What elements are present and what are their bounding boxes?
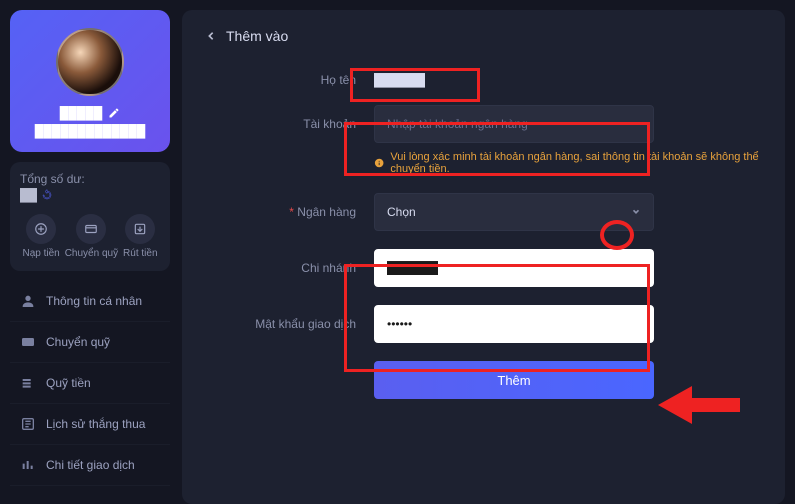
pencil-icon[interactable]	[108, 107, 120, 119]
branch-input[interactable]	[374, 249, 654, 287]
chevron-down-icon	[631, 207, 641, 217]
bank-selected-value: Chọn	[387, 205, 416, 219]
name-label: Họ tên	[206, 73, 356, 87]
account-label: Tài khoản	[206, 117, 356, 131]
back-icon[interactable]	[206, 31, 216, 41]
bars-icon	[20, 457, 36, 473]
balance-label: Tổng số dư:	[20, 172, 160, 186]
sidebar-item-funds[interactable]: Quỹ tiền	[10, 363, 170, 404]
panel-title: Thêm vào	[226, 28, 288, 44]
nav-label: Thông tin cá nhân	[46, 294, 142, 308]
account-hint: Vui lòng xác minh tài khoản ngân hàng, s…	[390, 151, 761, 175]
transfer-icon	[84, 222, 98, 236]
password-label: Mật khẩu giao dịch	[206, 317, 356, 331]
balance-box: Tổng số dư: ██ Nạp tiền Chuyển quỹ Rút t…	[10, 162, 170, 271]
avatar[interactable]	[56, 28, 124, 96]
info-icon	[374, 157, 384, 169]
bank-label: Ngân hàng	[206, 205, 356, 219]
withdraw-icon	[133, 222, 147, 236]
sidebar-item-transfer[interactable]: Chuyển quỹ	[10, 322, 170, 363]
sidebar-item-profile[interactable]: Thông tin cá nhân	[10, 281, 170, 322]
deposit-icon	[34, 222, 48, 236]
nav-label: Chi tiết giao dịch	[46, 458, 135, 472]
nav-label: Quỹ tiền	[46, 376, 91, 390]
nav-list: Thông tin cá nhân Chuyển quỹ Quỹ tiền Lị…	[10, 281, 170, 486]
transfer-button[interactable]: Chuyển quỹ	[65, 214, 118, 259]
sidebar-item-transactions[interactable]: Chi tiết giao dịch	[10, 445, 170, 486]
history-icon	[20, 416, 36, 432]
nav-label: Chuyển quỹ	[46, 335, 110, 349]
submit-button[interactable]: Thêm	[374, 361, 654, 399]
transfer-label: Chuyển quỹ	[65, 248, 118, 259]
deposit-label: Nạp tiền	[22, 248, 59, 259]
sidebar-item-history[interactable]: Lịch sử thắng thua	[10, 404, 170, 445]
profile-subtitle: █████████████	[35, 124, 146, 138]
account-input[interactable]	[374, 105, 654, 143]
password-input[interactable]	[374, 305, 654, 343]
withdraw-label: Rút tiền	[123, 248, 157, 259]
bank-select[interactable]: Chọn	[374, 193, 654, 231]
nav-label: Lịch sử thắng thua	[46, 417, 145, 431]
name-value: ██████	[374, 73, 425, 87]
main-panel: Thêm vào Họ tên ██████ Tài khoản Vui lòn…	[182, 10, 785, 504]
deposit-button[interactable]: Nạp tiền	[22, 214, 59, 259]
refresh-icon[interactable]	[41, 189, 53, 201]
wallet-icon	[20, 334, 36, 350]
withdraw-button[interactable]: Rút tiền	[123, 214, 157, 259]
user-icon	[20, 293, 36, 309]
profile-name: █████	[60, 106, 103, 120]
coins-icon	[20, 375, 36, 391]
branch-label: Chi nhánh	[206, 261, 356, 275]
profile-card: █████ █████████████	[10, 10, 170, 152]
balance-value: ██	[20, 188, 37, 202]
